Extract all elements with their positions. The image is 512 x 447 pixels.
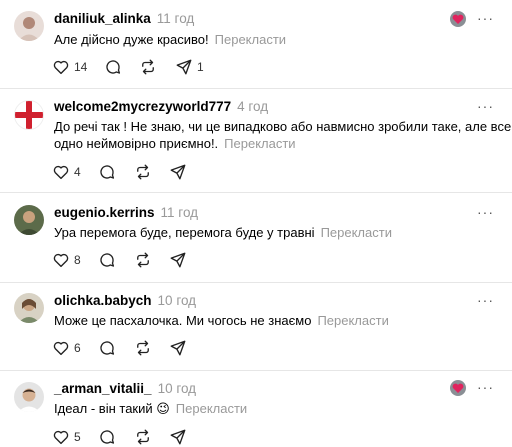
repost-button[interactable] bbox=[134, 427, 152, 447]
heart-icon bbox=[53, 430, 69, 445]
comment-text: Ідеал - він такий 😉 Перекласти bbox=[54, 401, 248, 416]
repost-button[interactable] bbox=[134, 250, 152, 270]
translate-link[interactable]: Перекласти bbox=[224, 136, 295, 151]
avatar[interactable] bbox=[14, 100, 44, 130]
avatar[interactable] bbox=[14, 205, 44, 235]
reply-button[interactable] bbox=[104, 57, 122, 77]
action-bar: 5 bbox=[52, 427, 252, 447]
reply-button[interactable] bbox=[98, 427, 116, 447]
comment-3: eugenio.kerrins 11 год ··· Ура перемога б… bbox=[0, 193, 512, 282]
username[interactable]: olichka.babych 10 год bbox=[54, 293, 196, 308]
heart-icon bbox=[53, 60, 69, 75]
repost-icon bbox=[137, 340, 149, 356]
username[interactable]: daniliuk_alinka 11 год bbox=[54, 11, 194, 26]
share-button[interactable] bbox=[169, 338, 187, 358]
heart-icon bbox=[53, 253, 69, 268]
repost-icon bbox=[137, 164, 149, 180]
like-count: 4 bbox=[74, 165, 81, 179]
comment-text: До речі так ! Не знаю, чи це випадково а… bbox=[54, 119, 512, 151]
translate-link[interactable]: Перекласти bbox=[176, 401, 247, 416]
send-icon bbox=[170, 252, 186, 268]
translate-link[interactable]: Перекласти bbox=[215, 32, 286, 47]
translate-link[interactable]: Перекласти bbox=[321, 225, 392, 240]
like-button[interactable]: 4 bbox=[52, 162, 81, 182]
avatar[interactable] bbox=[14, 293, 44, 323]
share-button[interactable]: 1 bbox=[175, 57, 204, 77]
share-count: 1 bbox=[197, 60, 204, 74]
like-count: 5 bbox=[74, 430, 81, 444]
comment-2: welcome2mycrezyworld777 4 год ··· До речі… bbox=[0, 89, 512, 192]
repost-icon bbox=[137, 429, 149, 445]
avatar[interactable] bbox=[14, 11, 44, 41]
more-options-button[interactable]: ··· bbox=[477, 379, 494, 395]
timestamp: 10 год bbox=[157, 381, 197, 396]
send-icon bbox=[170, 429, 186, 445]
action-bar: 14 1 bbox=[52, 57, 252, 77]
more-options-button[interactable]: ··· bbox=[477, 98, 494, 114]
repost-icon bbox=[137, 252, 149, 268]
username[interactable]: eugenio.kerrins 11 год bbox=[54, 205, 198, 220]
comment-5: _arman_vitalii_ 10 год ··· Ідеал - він та… bbox=[0, 371, 512, 445]
like-button[interactable]: 8 bbox=[52, 250, 81, 270]
more-options-button[interactable]: ··· bbox=[477, 10, 494, 26]
comment-text: Але дійсно дуже красиво! Перекласти bbox=[54, 32, 287, 47]
liked-by-author-icon bbox=[450, 380, 466, 396]
like-button[interactable]: 14 bbox=[52, 57, 87, 77]
reply-button[interactable] bbox=[98, 338, 116, 358]
share-button[interactable] bbox=[169, 162, 187, 182]
like-count: 6 bbox=[74, 341, 81, 355]
username[interactable]: welcome2mycrezyworld777 4 год bbox=[54, 99, 268, 114]
heart-icon bbox=[53, 341, 69, 356]
comment-icon bbox=[100, 165, 115, 179]
action-bar: 6 bbox=[52, 338, 252, 358]
repost-button[interactable] bbox=[139, 57, 157, 77]
comment-text: Ура перемога буде, перемога буде у травн… bbox=[54, 225, 392, 240]
more-options-button[interactable]: ··· bbox=[477, 292, 494, 308]
reply-button[interactable] bbox=[98, 162, 116, 182]
liked-by-author-icon bbox=[450, 11, 466, 27]
timestamp: 11 год bbox=[156, 11, 195, 26]
repost-icon bbox=[142, 59, 154, 75]
timestamp: 11 год bbox=[160, 205, 199, 220]
send-icon bbox=[176, 59, 192, 75]
like-button[interactable]: 6 bbox=[52, 338, 81, 358]
translate-link[interactable]: Перекласти bbox=[317, 313, 388, 328]
like-count: 8 bbox=[74, 253, 81, 267]
comment-4: olichka.babych 10 год ··· Може це пасхало… bbox=[0, 283, 512, 371]
share-button[interactable] bbox=[169, 250, 187, 270]
repost-button[interactable] bbox=[134, 338, 152, 358]
like-button[interactable]: 5 bbox=[52, 427, 81, 447]
like-count: 14 bbox=[74, 60, 88, 74]
repost-button[interactable] bbox=[134, 162, 152, 182]
comment-icon bbox=[100, 341, 115, 355]
heart-icon bbox=[53, 165, 69, 180]
more-options-button[interactable]: ··· bbox=[477, 204, 494, 220]
comment-icon bbox=[100, 253, 115, 267]
comment-icon bbox=[106, 60, 121, 74]
avatar[interactable] bbox=[14, 382, 44, 412]
reply-button[interactable] bbox=[98, 250, 116, 270]
timestamp: 4 год bbox=[237, 99, 269, 114]
send-icon bbox=[170, 164, 186, 180]
comment-icon bbox=[100, 430, 115, 444]
action-bar: 8 bbox=[52, 250, 252, 270]
timestamp: 10 год bbox=[157, 293, 197, 308]
comment-1: daniliuk_alinka 11 год ··· Але дійсно дуж… bbox=[0, 0, 512, 88]
send-icon bbox=[170, 340, 186, 356]
username[interactable]: _arman_vitalii_ 10 год bbox=[54, 381, 196, 396]
comment-text: Може це пасхалочка. Ми чогось не знаємо П… bbox=[54, 313, 389, 328]
action-bar: 4 bbox=[52, 162, 252, 182]
share-button[interactable] bbox=[169, 427, 187, 447]
